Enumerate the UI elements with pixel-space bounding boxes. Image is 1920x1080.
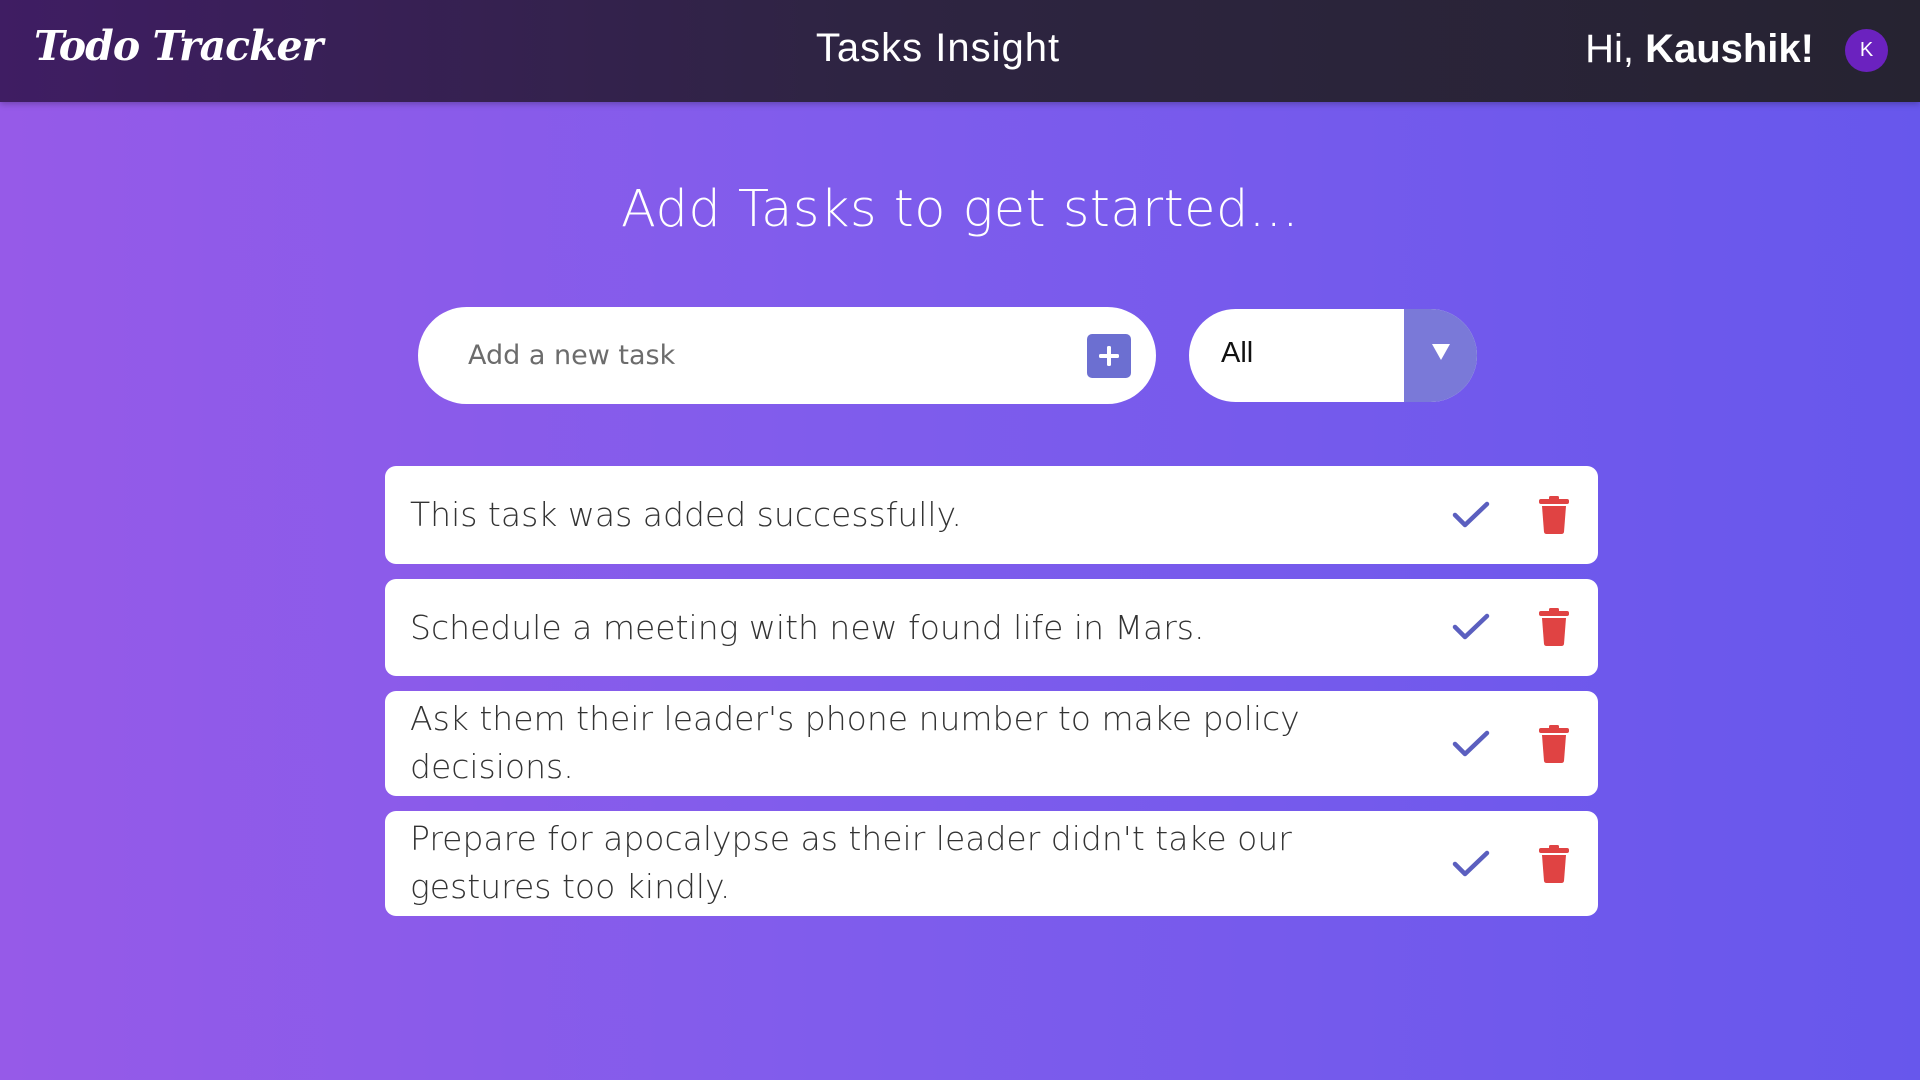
task-text: Prepare for apocalypse as their leader d… bbox=[410, 819, 1292, 906]
complete-task-button[interactable] bbox=[1448, 492, 1494, 538]
check-icon bbox=[1452, 850, 1490, 877]
avatar[interactable]: K bbox=[1845, 29, 1888, 72]
check-icon bbox=[1452, 613, 1490, 640]
task-text: Ask them their leader's phone number to … bbox=[410, 699, 1300, 786]
task-text: Schedule a meeting with new found life i… bbox=[410, 608, 1205, 647]
delete-task-button[interactable] bbox=[1531, 492, 1577, 538]
trash-icon bbox=[1539, 608, 1569, 646]
task-text: This task was added successfully. bbox=[410, 495, 962, 534]
task-item: This task was added successfully. bbox=[385, 466, 1598, 564]
greeting-prefix: Hi, bbox=[1585, 27, 1646, 71]
top-navbar: Todo Tracker Tasks Insight Hi, Kaushik! … bbox=[0, 0, 1920, 102]
trash-icon bbox=[1539, 725, 1569, 763]
task-item: Prepare for apocalypse as their leader d… bbox=[385, 811, 1598, 916]
check-icon bbox=[1452, 730, 1490, 757]
task-input[interactable] bbox=[468, 327, 1028, 384]
check-icon bbox=[1452, 501, 1490, 528]
user-greeting: Hi, Kaushik! bbox=[1585, 27, 1814, 72]
filter-select[interactable]: All bbox=[1189, 309, 1477, 402]
add-task-button[interactable] bbox=[1087, 334, 1131, 378]
add-task-form bbox=[418, 307, 1156, 404]
delete-task-button[interactable] bbox=[1531, 604, 1577, 650]
user-name: Kaushik! bbox=[1645, 27, 1814, 71]
complete-task-button[interactable] bbox=[1448, 841, 1494, 887]
filter-selected-value: All bbox=[1221, 337, 1254, 369]
triangle-down-icon bbox=[1431, 344, 1450, 360]
filter-dropdown-toggle[interactable] bbox=[1404, 309, 1477, 402]
trash-icon bbox=[1539, 496, 1569, 534]
plus-icon bbox=[1099, 346, 1119, 366]
task-item: Ask them their leader's phone number to … bbox=[385, 691, 1598, 796]
task-item: Schedule a meeting with new found life i… bbox=[385, 579, 1598, 676]
complete-task-button[interactable] bbox=[1448, 604, 1494, 650]
delete-task-button[interactable] bbox=[1531, 841, 1577, 887]
delete-task-button[interactable] bbox=[1531, 721, 1577, 767]
intro-heading: Add Tasks to get started... bbox=[620, 180, 1300, 239]
trash-icon bbox=[1539, 845, 1569, 883]
complete-task-button[interactable] bbox=[1448, 721, 1494, 767]
